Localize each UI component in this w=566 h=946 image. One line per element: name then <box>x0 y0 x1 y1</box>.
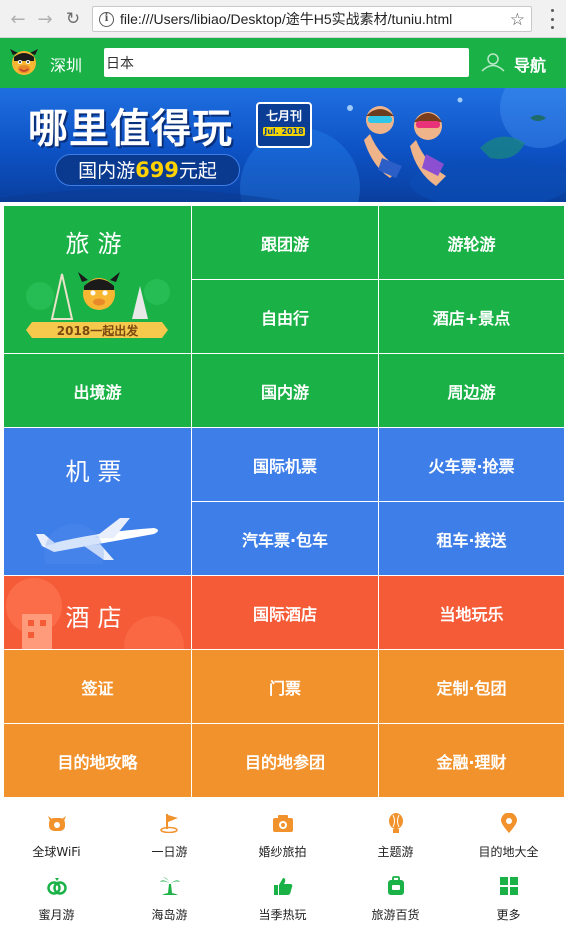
quick-entry-item[interactable]: 海岛游 <box>113 876 226 923</box>
address-bar[interactable]: i file:///Users/libiao/Desktop/途牛H5实战素材/… <box>92 6 532 32</box>
search-input[interactable] <box>104 48 469 77</box>
travel-category[interactable]: 旅游 2018一起出发 <box>4 206 191 353</box>
thumbs-up-icon <box>273 878 292 895</box>
hotel-title: 酒店 <box>65 604 130 632</box>
grid-item[interactable]: 目的地攻略 <box>4 724 191 797</box>
grid-item[interactable]: 自由行 <box>192 280 378 353</box>
badge-issue: 七月刊 <box>265 109 302 123</box>
grid-item[interactable]: 跟团游 <box>192 206 378 279</box>
user-icon[interactable] <box>480 52 506 72</box>
quick-entry-label: 婚纱旅拍 <box>258 845 307 859</box>
flight-title: 机票 <box>65 458 130 486</box>
grid-item[interactable]: 目的地参团 <box>192 724 378 797</box>
quick-entry-label: 目的地大全 <box>478 845 539 859</box>
travel-ribbon: 2018一起出发 <box>56 324 139 338</box>
address-url[interactable]: file:///Users/libiao/Desktop/途牛H5实战素材/tu… <box>120 9 452 29</box>
promo-suffix: 元起 <box>178 160 217 182</box>
quick-entry-label: 一日游 <box>151 845 188 859</box>
quick-entry-label: 旅游百货 <box>371 908 420 922</box>
quick-entry-label: 蜜月游 <box>38 908 75 922</box>
bookmark-star-icon[interactable]: ☆ <box>510 10 525 30</box>
grid-icon <box>499 877 518 895</box>
grid-item[interactable]: 国际机票 <box>192 428 378 501</box>
browser-toolbar: ← → ↻ i file:///Users/libiao/Desktop/途牛H… <box>0 0 566 38</box>
rings-icon <box>46 878 67 895</box>
grid-item[interactable]: 国际酒店 <box>192 576 378 649</box>
location-pin-icon <box>500 813 517 833</box>
quick-entry-item[interactable]: 一日游 <box>113 813 226 860</box>
category-grid: 旅游 2018一起出发 跟团游 游轮游 自由行 酒店+景点 出境游 国内游 周边… <box>4 206 564 797</box>
flight-category[interactable]: 机票 <box>4 428 191 575</box>
grid-item[interactable]: 周边游 <box>379 354 564 427</box>
balloon-icon <box>388 813 403 833</box>
quick-entry-item[interactable]: 目的地大全 <box>452 813 565 860</box>
info-icon[interactable]: i <box>99 11 114 27</box>
nav-menu-button[interactable]: 导航 <box>514 52 546 76</box>
quick-entry-item[interactable]: 旅游百货 <box>339 876 452 923</box>
quick-entry-item[interactable]: 主题游 <box>339 813 452 860</box>
camera-icon <box>272 815 293 832</box>
badge-date: Jul. 2018 <box>263 127 305 136</box>
palm-tree-icon <box>159 877 180 895</box>
suitcase-icon <box>387 876 404 895</box>
banner-title: 哪里值得玩 <box>28 106 233 152</box>
app-header: 深圳 导航 <box>0 38 566 88</box>
flag-icon <box>159 814 178 833</box>
grid-item[interactable]: 定制·包团 <box>379 650 564 723</box>
grid-item[interactable]: 门票 <box>192 650 378 723</box>
quick-entry-label: 海岛游 <box>151 908 188 922</box>
quick-entry-item[interactable]: 蜜月游 <box>0 876 113 923</box>
grid-item[interactable]: 当地玩乐 <box>379 576 564 649</box>
grid-item[interactable]: 租车·接送 <box>379 502 564 575</box>
grid-item[interactable]: 汽车票·包车 <box>192 502 378 575</box>
quick-entry-label: 全球WiFi <box>32 845 81 859</box>
reload-icon[interactable]: ↻ <box>61 7 85 31</box>
travel-title: 旅游 <box>65 230 130 258</box>
grid-item[interactable]: 国内游 <box>192 354 378 427</box>
grid-item[interactable]: 出境游 <box>4 354 191 427</box>
grid-item[interactable]: 火车票·抢票 <box>379 428 564 501</box>
grid-item[interactable]: 游轮游 <box>379 206 564 279</box>
airplane-illustration <box>36 518 158 564</box>
city-selector[interactable]: 深圳 <box>50 52 82 76</box>
issue-badge: 七月刊 Jul. 2018 <box>256 102 312 148</box>
back-arrow-icon[interactable]: ← <box>6 7 30 31</box>
swimming-kids-illustration <box>347 97 566 202</box>
quick-entry-label: 主题游 <box>377 845 414 859</box>
quick-entry-panel: 全球WiFi 一日游 婚纱旅拍 主题游 目的地大全 蜜月游 海岛游 当季热玩 旅… <box>0 797 566 946</box>
quick-entry-label: 更多 <box>496 908 521 922</box>
promo-price: 699 <box>135 158 179 182</box>
quick-entry-item[interactable]: 婚纱旅拍 <box>226 813 339 860</box>
quick-entry-item[interactable]: 更多 <box>452 876 565 923</box>
promo-banner[interactable]: 哪里值得玩 七月刊 Jul. 2018 国内游699元起 <box>0 88 566 202</box>
wifi-cow-icon <box>47 816 66 831</box>
tuniu-logo-icon[interactable] <box>9 47 39 77</box>
quick-entry-item[interactable]: 当季热玩 <box>226 876 339 923</box>
grid-item[interactable]: 金融·理财 <box>379 724 564 797</box>
browser-menu-icon[interactable] <box>546 9 558 29</box>
quick-entry-item[interactable]: 全球WiFi <box>0 813 113 860</box>
promo-price-pill: 国内游699元起 <box>55 154 240 186</box>
grid-item[interactable]: 酒店+景点 <box>379 280 564 353</box>
promo-prefix: 国内游 <box>78 160 136 182</box>
grid-item[interactable]: 签证 <box>4 650 191 723</box>
hotel-category[interactable]: 酒店 <box>4 576 191 649</box>
quick-entry-label: 当季热玩 <box>258 908 307 922</box>
forward-arrow-icon[interactable]: → <box>33 7 57 31</box>
